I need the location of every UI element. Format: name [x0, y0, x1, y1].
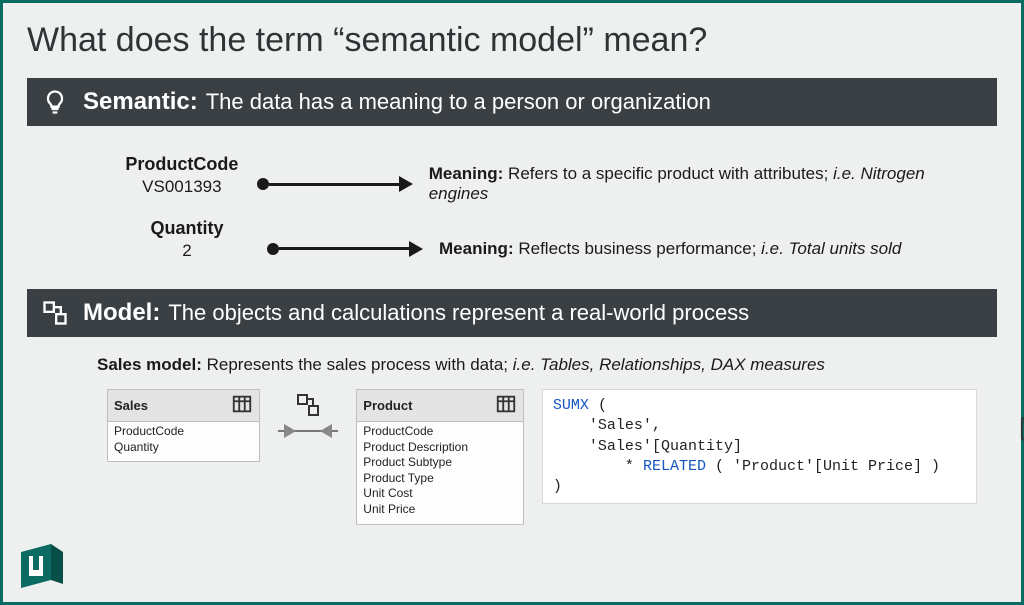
table-column: ProductCode — [363, 424, 517, 440]
model-banner: Model: The objects and calculations repr… — [27, 289, 997, 337]
example-field: ProductCode — [97, 154, 267, 175]
table-column: Product Description — [363, 440, 517, 456]
arrow-icon — [267, 241, 423, 257]
relationship-connector — [278, 389, 338, 445]
example-field-block: ProductCode VS001393 — [97, 154, 267, 197]
table-column: Quantity — [114, 440, 253, 456]
example-meaning: Meaning: Refers to a specific product wi… — [429, 164, 957, 204]
example-row: ProductCode VS001393 Meaning: Refers to … — [97, 146, 957, 204]
example-row: Quantity 2 Meaning: Reflects business pe… — [97, 218, 957, 261]
slide-title: What does the term “semantic model” mean… — [27, 21, 997, 60]
table-icon — [495, 393, 517, 418]
sales-model-caption: Sales model: Represents the sales proces… — [27, 351, 997, 389]
example-value: 2 — [97, 241, 277, 261]
example-value: VS001393 — [97, 177, 267, 197]
table-column: Unit Price — [363, 502, 517, 518]
sales-table: Sales ProductCode Quantity — [107, 389, 260, 462]
semantic-desc: The data has a meaning to a person or or… — [206, 89, 711, 115]
table-column: Unit Cost — [363, 486, 517, 502]
table-column: Product Subtype — [363, 455, 517, 471]
semantic-banner: Semantic: The data has a meaning to a pe… — [27, 78, 997, 126]
table-name: Sales — [114, 398, 148, 413]
lightbulb-icon — [41, 88, 69, 116]
table-columns: ProductCode Product Description Product … — [357, 422, 523, 524]
dax-code-block: SUMX ( 'Sales', 'Sales'[Quantity] * RELA… — [542, 389, 977, 504]
table-name: Product — [363, 398, 412, 413]
calculator-icon — [948, 396, 970, 422]
table-icon — [231, 393, 253, 418]
example-field: Quantity — [97, 218, 277, 239]
brand-logo-icon — [15, 540, 67, 592]
bottom-row: Sales ProductCode Quantity — [27, 389, 997, 525]
semantic-label: Semantic: — [83, 88, 198, 116]
model-label: Model: — [83, 299, 160, 327]
model-desc: The objects and calculations represent a… — [168, 300, 749, 326]
slide-frame: What does the term “semantic model” mean… — [0, 0, 1024, 605]
table-column: ProductCode — [114, 424, 253, 440]
arrow-icon — [257, 176, 413, 192]
semantic-examples: ProductCode VS001393 Meaning: Refers to … — [27, 140, 997, 289]
table-column: Product Type — [363, 471, 517, 487]
example-field-block: Quantity 2 — [97, 218, 277, 261]
example-meaning: Meaning: Reflects business performance; … — [439, 239, 901, 259]
table-columns: ProductCode Quantity — [108, 422, 259, 461]
model-diagram-icon — [41, 299, 69, 327]
product-table: Product ProductCode Product Description … — [356, 389, 524, 525]
